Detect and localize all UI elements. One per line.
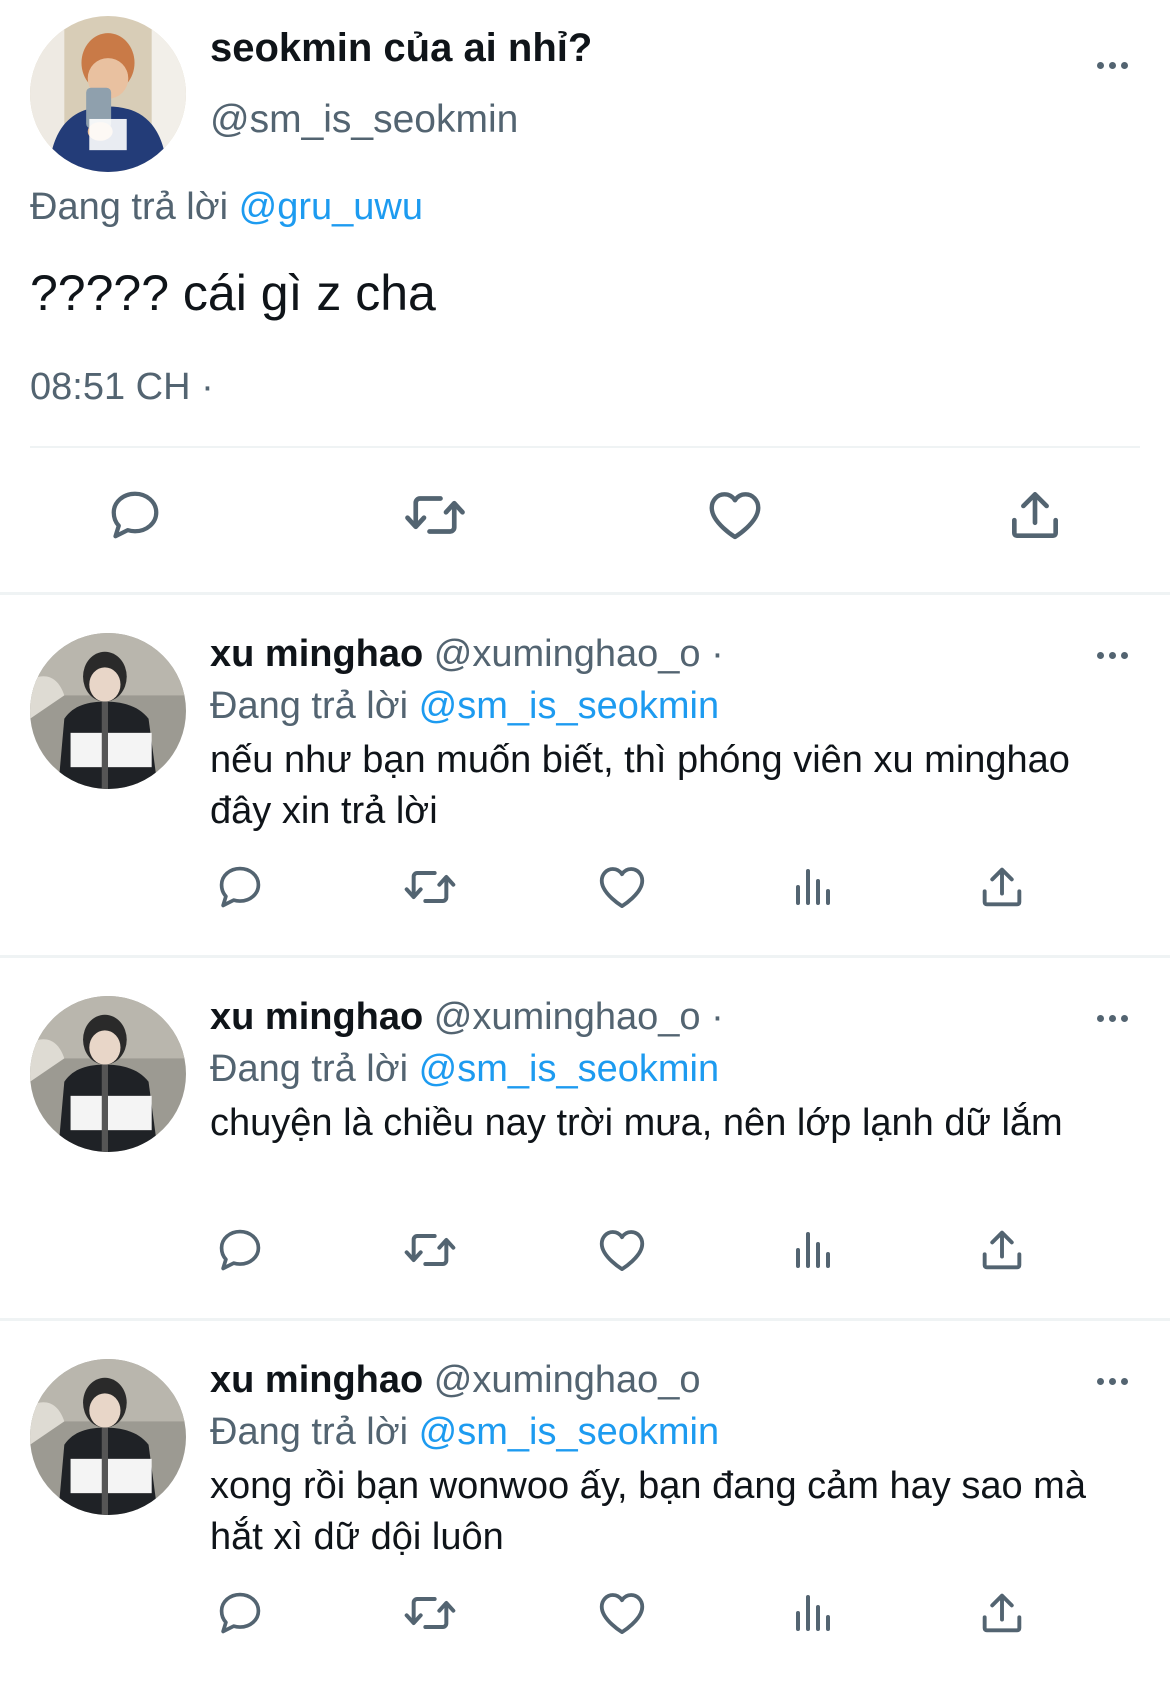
avatar-image	[30, 16, 186, 172]
reply-header: xu minghao @xuminghao_o ·	[210, 633, 724, 676]
tweet-actions	[0, 1220, 1170, 1280]
main-tweet: seokmin của ai nhỉ? @sm_is_seokmin Đang …	[0, 0, 1170, 595]
replying-to-link[interactable]: @gru_uwu	[239, 186, 423, 228]
retweet-icon[interactable]	[400, 857, 460, 917]
tweet-actions	[0, 857, 1170, 917]
tweet-text: nếu như bạn muốn biết, thì phóng viên xu…	[210, 739, 1070, 832]
share-icon[interactable]	[972, 1220, 1032, 1280]
avatar[interactable]	[30, 996, 186, 1152]
analytics-icon[interactable]	[782, 857, 842, 917]
replying-to-link[interactable]: @sm_is_seokmin	[419, 1411, 719, 1453]
user-handle[interactable]: @xuminghao_o	[434, 1359, 701, 1401]
user-handle[interactable]: @sm_is_seokmin	[210, 98, 518, 142]
reply-header: xu minghao @xuminghao_o ·	[210, 996, 724, 1039]
user-handle[interactable]: @xuminghao_o	[434, 633, 701, 675]
more-options-icon[interactable]	[1097, 1015, 1128, 1022]
reply-tweet: xu minghao @xuminghao_o · Đang trả lời @…	[0, 958, 1170, 1321]
avatar[interactable]	[30, 16, 186, 172]
more-options-icon[interactable]	[1097, 1378, 1128, 1385]
divider	[30, 446, 1140, 448]
like-icon[interactable]	[592, 1220, 652, 1280]
display-name[interactable]: xu minghao	[210, 996, 423, 1038]
separator-dot: ·	[711, 996, 724, 1038]
tweet-actions	[0, 480, 1170, 550]
retweet-icon[interactable]	[400, 1220, 460, 1280]
analytics-icon[interactable]	[782, 1220, 842, 1280]
user-handle[interactable]: @xuminghao_o	[434, 996, 701, 1038]
replying-to-link[interactable]: @sm_is_seokmin	[419, 685, 719, 727]
reply-icon[interactable]	[210, 1583, 270, 1643]
reply-tweet: xu minghao @xuminghao_o · Đang trả lời @…	[0, 595, 1170, 958]
display-name[interactable]: xu minghao	[210, 633, 423, 675]
more-options-icon[interactable]	[1097, 62, 1128, 69]
avatar[interactable]	[30, 633, 186, 789]
replying-to: Đang trả lời @sm_is_seokmin	[210, 685, 719, 728]
retweet-icon[interactable]	[400, 1583, 460, 1643]
analytics-icon[interactable]	[782, 1583, 842, 1643]
more-options-icon[interactable]	[1097, 652, 1128, 659]
tweet-text: ????? cái gì z cha	[30, 265, 436, 321]
replying-to-link[interactable]: @sm_is_seokmin	[419, 1048, 719, 1090]
replying-prefix: Đang trả lời	[210, 1048, 409, 1090]
retweet-icon[interactable]	[400, 480, 470, 550]
tweet-text: chuyện là chiều nay trời mưa, nên lớp lạ…	[210, 1102, 1063, 1144]
like-icon[interactable]	[592, 857, 652, 917]
replying-to: Đang trả lời @sm_is_seokmin	[210, 1411, 719, 1454]
replying-prefix: Đang trả lời	[210, 1411, 409, 1453]
share-icon[interactable]	[972, 1583, 1032, 1643]
reply-header: xu minghao @xuminghao_o	[210, 1359, 701, 1402]
tweet-actions	[0, 1583, 1170, 1643]
avatar-image	[30, 1359, 186, 1515]
reply-icon[interactable]	[210, 1220, 270, 1280]
avatar-image	[30, 996, 186, 1152]
avatar[interactable]	[30, 1359, 186, 1515]
display-name[interactable]: seokmin của ai nhỉ?	[210, 26, 592, 71]
timestamp[interactable]: 08:51 CH ·	[30, 366, 214, 409]
replying-prefix: Đang trả lời	[210, 685, 409, 727]
reply-icon[interactable]	[210, 857, 270, 917]
like-icon[interactable]	[592, 1583, 652, 1643]
share-icon[interactable]	[972, 857, 1032, 917]
avatar-image	[30, 633, 186, 789]
display-name[interactable]: xu minghao	[210, 1359, 423, 1401]
replying-to: Đang trả lời @sm_is_seokmin	[210, 1048, 719, 1091]
reply-icon[interactable]	[100, 480, 170, 550]
replying-to: Đang trả lời @gru_uwu	[30, 186, 423, 229]
separator-dot: ·	[711, 633, 724, 675]
share-icon[interactable]	[1000, 480, 1070, 550]
tweet-text: xong rồi bạn wonwoo ấy, bạn đang cảm hay…	[210, 1465, 1086, 1558]
reply-tweet: xu minghao @xuminghao_o Đang trả lời @sm…	[0, 1321, 1170, 1681]
like-icon[interactable]	[700, 480, 770, 550]
replying-prefix: Đang trả lời	[30, 186, 229, 228]
